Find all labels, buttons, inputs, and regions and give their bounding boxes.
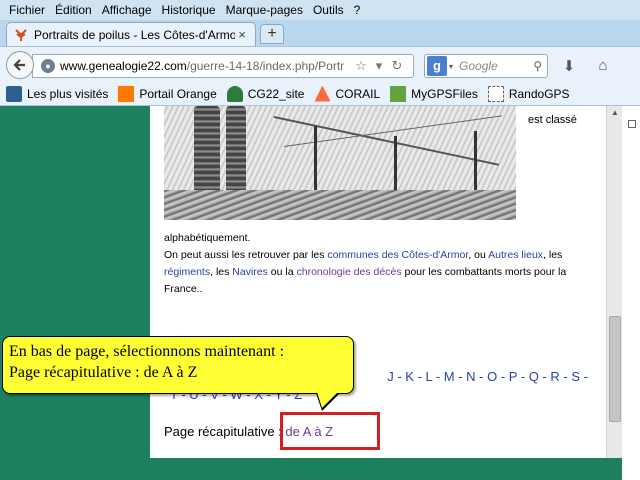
url-bar[interactable]: ● www.genealogie22.com/guerre-14-18/inde… [32,54,414,78]
link-regiments[interactable]: régiments [164,266,210,278]
callout-tail-inner [317,392,338,408]
sidebar-toggle-icon[interactable] [628,120,636,128]
url-domain: www.genealogie22.com [60,59,187,73]
link-chronologie[interactable]: chronologie des décès [297,266,402,278]
link-communes[interactable]: communes des Côtes-d'Armor [327,249,468,261]
menu-outils[interactable]: Outils [308,3,349,17]
url-text[interactable]: www.genealogie22.com/guerre-14-18/index.… [60,59,350,73]
search-box[interactable]: g ▾ Google ⚲ [424,54,548,78]
fence-post [474,131,477,196]
url-path: /guerre-14-18/index.php/Portr [186,59,345,73]
menu-historique[interactable]: Historique [157,3,221,17]
downloads-icon[interactable]: ⬇ [560,57,578,75]
tab-close-icon[interactable]: × [235,27,249,42]
back-arrow-icon [13,59,25,71]
bookmark-label: Portail Orange [139,86,217,101]
bookmark-cg22-site[interactable]: CG22_site [226,85,305,102]
web-page: est classé alphabétiquement. On peut aus… [150,106,606,458]
menu-fichier[interactable]: Fichier [4,3,50,17]
home-icon[interactable]: ⌂ [594,57,612,75]
link-autres-lieux[interactable]: Autres lieux [488,249,543,261]
corail-logo-icon [314,85,331,102]
url-dropdown-icon[interactable]: ▾ [372,58,386,74]
right-strip [622,106,640,480]
scrollbar-thumb[interactable] [609,316,621,422]
tab-portraits[interactable]: Portraits de poilus - Les Côtes-d'Armor … [6,22,256,46]
bookmark-corail[interactable]: CORAIL [314,85,381,102]
navigation-bar: ● www.genealogie22.com/guerre-14-18/inde… [0,46,640,82]
search-engine-dropdown-icon[interactable]: ▾ [449,62,453,71]
bookmark-randogps[interactable]: RandoGPS [487,85,570,102]
tab-title: Portraits de poilus - Les Côtes-d'Armor … [34,27,235,42]
tab-strip: Portraits de poilus - Les Côtes-d'Armor … [0,20,640,46]
highlight-box [280,412,380,450]
back-button[interactable] [6,51,34,79]
bookmark-star-icon[interactable]: ☆ [354,58,368,74]
link-navires[interactable]: Navires [232,266,268,278]
bookmark-portail-orange[interactable]: Portail Orange [118,85,217,102]
callout-line-2: Page récapitulative : de A à Z [9,364,198,381]
fence-post [394,136,397,196]
globe-icon: ● [41,59,55,73]
scroll-up-icon[interactable]: ▲ [607,106,623,120]
mygps-logo-icon [390,85,407,102]
menu-bar: Fichier Édition Affichage Historique Mar… [0,0,640,20]
menu-edition[interactable]: Édition [50,3,97,17]
menu-help[interactable]: ? [349,3,366,17]
para-line-1: alphabétiquement. [164,232,251,244]
menu-marque-pages[interactable]: Marque-pages [221,3,308,17]
bookmark-mygpsfiles[interactable]: MyGPSFiles [390,85,478,102]
orange-logo-icon [118,85,135,102]
bookmark-label: MyGPSFiles [411,86,478,101]
bookmarks-bar: Les plus visités Portail Orange CG22_sit… [0,82,640,106]
para-text: , les [210,266,233,278]
recap-label: Page récapitulative : [164,424,286,439]
page-icon [487,85,504,102]
est-classe-text: est classé [528,114,577,126]
para-text: , les [543,249,563,261]
bookmark-label: Les plus visités [27,86,109,101]
bookmark-label: RandoGPS [508,86,570,101]
callout-line-1: En bas de page, sélectionnons maintenant… [9,343,285,360]
instruction-callout: En bas de page, sélectionnons maintenant… [2,336,354,394]
intro-paragraph: alphabétiquement. On peut aussi les retr… [164,230,594,298]
cg22-logo-icon [226,85,243,102]
google-logo-icon[interactable]: g [427,56,447,76]
bookmark-label: CORAIL [335,86,381,101]
site-favicon-icon [15,28,27,41]
bookmark-les-plus-visites[interactable]: Les plus visités [6,85,109,102]
barbed-wire [273,116,500,166]
para-text: ou la [267,266,297,278]
para-text: On peut aussi les retrouver par les [164,249,328,261]
fence-post [314,126,317,196]
poilus-etching-image [164,106,516,220]
search-input[interactable]: Google [459,59,533,73]
bookmark-book-icon [6,85,22,102]
para-text: , ou [468,249,489,261]
new-tab-button[interactable]: + [260,24,284,44]
search-icon[interactable]: ⚲ [533,59,542,73]
bookmark-label: CG22_site [247,86,305,101]
menu-affichage[interactable]: Affichage [97,3,157,17]
reload-icon[interactable]: ↻ [390,58,404,74]
ground [164,190,516,220]
para-line-2: On peut aussi les retrouver par les comm… [164,247,594,298]
vertical-scrollbar[interactable]: ▲ [606,106,622,458]
